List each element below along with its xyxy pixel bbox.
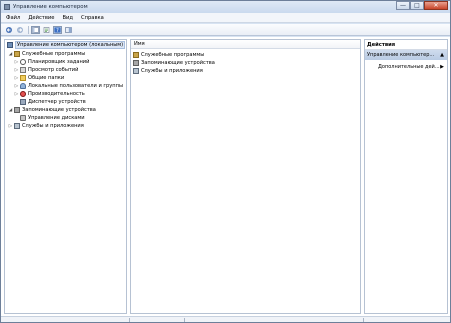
tree-item-label: Службы и приложения bbox=[22, 123, 84, 129]
expand-icon[interactable]: ▷ bbox=[14, 68, 19, 73]
menu-file[interactable]: Файл bbox=[6, 15, 20, 21]
console-icon bbox=[65, 26, 72, 33]
actions-section-header[interactable]: Управление компьютер... ▲ bbox=[365, 50, 447, 60]
console-tree-pane[interactable]: Управление компьютером (локальным) ◢ Слу… bbox=[4, 39, 127, 314]
collapse-icon[interactable]: ◢ bbox=[8, 52, 13, 57]
minimize-button[interactable]: — bbox=[396, 1, 410, 10]
content-area: Управление компьютером (локальным) ◢ Слу… bbox=[1, 37, 450, 316]
users-icon bbox=[20, 83, 26, 89]
properties-icon bbox=[43, 26, 50, 33]
status-bar bbox=[1, 316, 450, 322]
maximize-icon: □ bbox=[414, 2, 420, 9]
tree-item-label: Служебные программы bbox=[22, 51, 86, 57]
tree-item-label: Диспетчер устройств bbox=[28, 99, 86, 105]
list-item-label: Службы и приложения bbox=[141, 68, 203, 74]
collapse-icon[interactable]: ◢ bbox=[8, 108, 13, 113]
menu-view[interactable]: Вид bbox=[62, 15, 73, 21]
tree-item-label: Управление дисками bbox=[28, 115, 85, 121]
tree-item-local-users[interactable]: ▷ Локальные пользователи и группы bbox=[14, 82, 123, 90]
status-divider bbox=[184, 318, 185, 322]
show-hide-tree-button[interactable] bbox=[31, 25, 40, 34]
more-actions-label: Дополнительные дей... bbox=[378, 64, 440, 70]
forward-arrow-icon bbox=[16, 26, 23, 33]
collapse-arrow-icon[interactable]: ▲ bbox=[440, 50, 444, 60]
title-bar[interactable]: Управление компьютером — □ ✕ bbox=[1, 1, 450, 13]
tree-item-label: Общие папки bbox=[28, 75, 65, 81]
toolbar: ? bbox=[1, 24, 450, 36]
tree-item-label: Управление компьютером (локальным) bbox=[15, 41, 126, 49]
services-icon bbox=[133, 68, 139, 74]
tree-item-disk-management[interactable]: Управление дисками bbox=[20, 114, 85, 122]
properties-button[interactable] bbox=[42, 26, 51, 34]
menu-bar: Файл Действие Вид Справка bbox=[1, 13, 450, 23]
expand-icon[interactable]: ▷ bbox=[14, 60, 19, 65]
close-button[interactable]: ✕ bbox=[424, 1, 448, 10]
tools-icon bbox=[14, 51, 20, 57]
tree-item-device-manager[interactable]: Диспетчер устройств bbox=[20, 98, 86, 106]
forward-button[interactable] bbox=[15, 26, 24, 34]
svg-text:?: ? bbox=[56, 28, 59, 33]
actions-section-label: Управление компьютер... bbox=[367, 52, 435, 58]
list-item[interactable]: Службы и приложения bbox=[133, 67, 203, 75]
computer-icon bbox=[7, 42, 13, 48]
tree-item-label: Планировщик заданий bbox=[28, 59, 90, 65]
event-log-icon bbox=[20, 67, 26, 73]
expand-icon[interactable]: ▷ bbox=[14, 76, 19, 81]
app-window: Управление компьютером — □ ✕ Файл Действ… bbox=[0, 0, 451, 323]
status-divider bbox=[363, 318, 364, 322]
expand-icon[interactable]: ▷ bbox=[8, 124, 13, 129]
window-title: Управление компьютером bbox=[13, 4, 88, 10]
close-icon: ✕ bbox=[433, 2, 439, 9]
list-item[interactable]: Запоминающие устройства bbox=[133, 59, 215, 67]
disk-icon bbox=[20, 115, 26, 121]
storage-icon bbox=[133, 60, 139, 66]
list-item-label: Запоминающие устройства bbox=[141, 60, 215, 66]
help-button[interactable]: ? bbox=[53, 25, 62, 34]
column-header-name[interactable]: Имя bbox=[131, 40, 360, 49]
menu-help[interactable]: Справка bbox=[81, 15, 104, 21]
show-hide-tree-icon bbox=[32, 26, 39, 33]
actions-header: Действия bbox=[365, 40, 447, 50]
status-divider bbox=[129, 318, 130, 322]
tree-item-label: Просмотр событий bbox=[28, 67, 79, 73]
tree-item-label: Запоминающие устройства bbox=[22, 107, 96, 113]
list-item[interactable]: Служебные программы bbox=[133, 51, 204, 59]
window-controls: — □ ✕ bbox=[396, 1, 448, 10]
shared-folder-icon bbox=[20, 75, 26, 81]
list-item-label: Служебные программы bbox=[141, 52, 205, 58]
submenu-arrow-icon: ▶ bbox=[440, 64, 444, 70]
tree-item-event-viewer[interactable]: ▷ Просмотр событий bbox=[14, 66, 78, 74]
clock-icon bbox=[20, 59, 26, 65]
back-button[interactable] bbox=[4, 26, 13, 34]
more-actions-item[interactable]: Дополнительные дей... ▶ bbox=[378, 63, 446, 71]
expand-icon[interactable]: ▷ bbox=[14, 84, 19, 89]
back-arrow-icon bbox=[5, 26, 12, 33]
menu-action[interactable]: Действие bbox=[28, 15, 54, 21]
services-icon bbox=[14, 123, 20, 129]
maximize-button[interactable]: □ bbox=[410, 1, 424, 10]
tree-item-services[interactable]: ▷ Службы и приложения bbox=[8, 122, 84, 130]
actions-pane: Действия Управление компьютер... ▲ Допол… bbox=[364, 39, 448, 314]
tree-item-system-tools[interactable]: ◢ Служебные программы bbox=[8, 50, 85, 58]
console-button[interactable] bbox=[64, 26, 73, 34]
tools-icon bbox=[133, 52, 139, 58]
expand-icon[interactable]: ▷ bbox=[14, 92, 19, 97]
tree-item-task-scheduler[interactable]: ▷ Планировщик заданий bbox=[14, 58, 89, 66]
tree-item-label: Производительность bbox=[28, 91, 85, 97]
results-pane[interactable]: Имя Служебные программы Запоминающие уст… bbox=[130, 39, 361, 314]
tree-item-shared-folders[interactable]: ▷ Общие папки bbox=[14, 74, 64, 82]
device-manager-icon bbox=[20, 99, 26, 105]
tree-item-label: Локальные пользователи и группы bbox=[28, 83, 123, 89]
toolbar-separator bbox=[28, 25, 29, 34]
tree-item-performance[interactable]: ▷ Производительность bbox=[14, 90, 85, 98]
minimize-icon: — bbox=[400, 2, 406, 9]
storage-icon bbox=[14, 107, 20, 113]
help-icon: ? bbox=[54, 26, 61, 33]
tree-item-storage[interactable]: ◢ Запоминающие устройства bbox=[8, 106, 96, 114]
tree-item-root[interactable]: Управление компьютером (локальным) bbox=[7, 41, 126, 49]
performance-icon bbox=[20, 91, 26, 97]
computer-management-icon bbox=[4, 4, 10, 10]
